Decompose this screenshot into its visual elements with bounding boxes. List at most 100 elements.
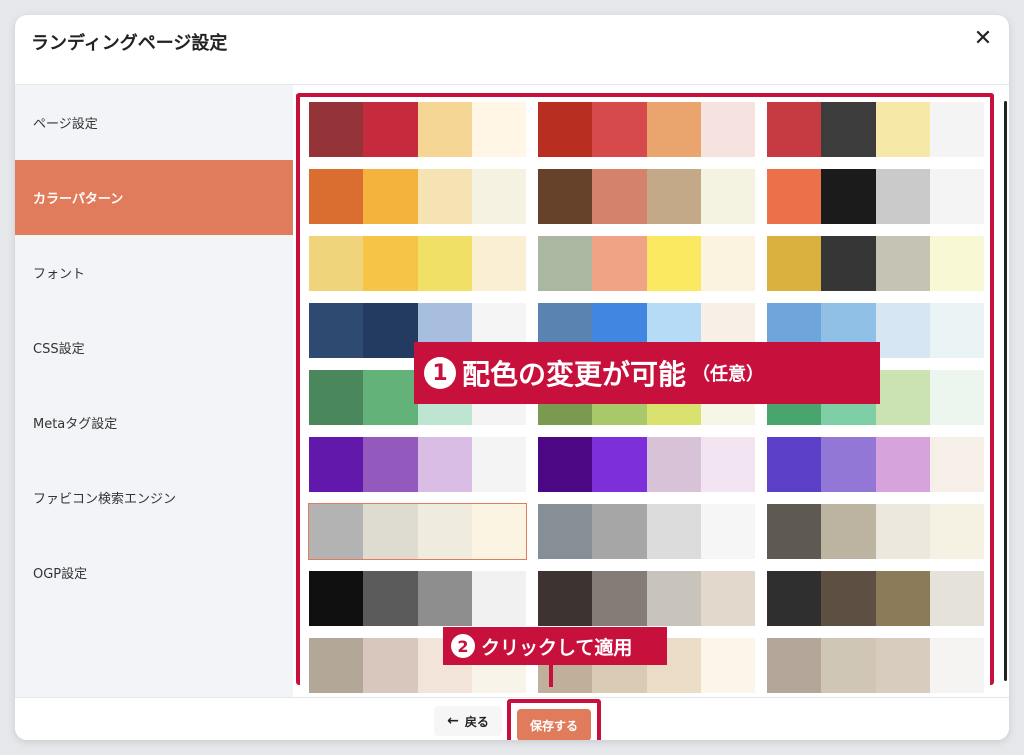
color-palette-option[interactable] <box>767 504 984 559</box>
dialog-title: ランディングページ設定 <box>31 33 228 54</box>
color-palette-option[interactable] <box>538 102 755 157</box>
color-swatch <box>929 504 984 559</box>
color-swatch <box>929 236 984 291</box>
color-swatch <box>929 571 984 626</box>
color-swatch <box>471 236 526 291</box>
color-palette-option[interactable] <box>767 102 984 157</box>
color-swatch <box>821 102 876 157</box>
color-swatch <box>767 437 822 492</box>
color-swatch <box>363 236 418 291</box>
color-swatch <box>471 437 526 492</box>
color-palette-option[interactable] <box>538 571 755 626</box>
sidebar: ページ設定 カラーパターン フォント CSS設定 Metaタグ設定 ファビコン検… <box>15 85 293 697</box>
color-palette-option[interactable] <box>767 638 984 693</box>
color-palette-option[interactable] <box>538 169 755 224</box>
color-swatch <box>646 504 701 559</box>
sidebar-item-color-pattern[interactable]: カラーパターン <box>15 160 293 235</box>
sidebar-item-favicon-search-engine[interactable]: ファビコン検索エンジン <box>15 460 293 535</box>
color-swatch <box>929 370 984 425</box>
color-swatch <box>646 169 701 224</box>
color-swatch <box>592 370 647 425</box>
color-swatch <box>821 638 876 693</box>
color-swatch <box>309 169 364 224</box>
scrollbar[interactable] <box>1004 101 1007 681</box>
color-swatch <box>700 102 755 157</box>
save-button-highlight: 保存する <box>507 699 601 740</box>
color-palette-option[interactable] <box>538 504 755 559</box>
color-swatch <box>646 571 701 626</box>
close-icon[interactable]: ✕ <box>971 27 995 51</box>
color-swatch <box>471 102 526 157</box>
color-swatch <box>363 571 418 626</box>
color-swatch <box>929 303 984 358</box>
color-palette-option[interactable] <box>309 236 526 291</box>
color-palette-option[interactable] <box>538 236 755 291</box>
color-swatch <box>309 370 364 425</box>
color-swatch <box>471 169 526 224</box>
annotation-connector <box>549 665 553 687</box>
sidebar-item-page-settings[interactable]: ページ設定 <box>15 85 293 160</box>
color-swatch <box>592 638 647 693</box>
sidebar-item-font[interactable]: フォント <box>15 235 293 310</box>
color-swatch <box>700 504 755 559</box>
color-swatch <box>417 102 472 157</box>
back-button[interactable]: ← 戻る <box>434 706 502 736</box>
color-swatch <box>875 437 930 492</box>
color-swatch <box>538 504 593 559</box>
color-swatch <box>592 437 647 492</box>
color-swatch <box>471 504 526 559</box>
color-palette-option[interactable] <box>538 303 755 358</box>
color-palette-option[interactable] <box>767 370 984 425</box>
back-button-label: 戻る <box>464 714 489 729</box>
color-palette-option[interactable] <box>309 370 526 425</box>
dialog-header: ランディングページ設定 ✕ <box>15 15 1009 85</box>
color-swatch <box>592 169 647 224</box>
color-swatch <box>363 303 418 358</box>
color-swatch <box>363 370 418 425</box>
color-swatch <box>821 504 876 559</box>
color-palette-option[interactable] <box>309 571 526 626</box>
sidebar-item-meta-tag-settings[interactable]: Metaタグ設定 <box>15 385 293 460</box>
color-swatch <box>592 571 647 626</box>
color-swatch <box>309 102 364 157</box>
color-swatch <box>929 437 984 492</box>
color-palette-option[interactable] <box>309 169 526 224</box>
color-palette-option[interactable] <box>309 303 526 358</box>
color-swatch <box>538 303 593 358</box>
color-palette-option[interactable] <box>538 638 755 693</box>
color-swatch <box>538 169 593 224</box>
color-swatch <box>821 437 876 492</box>
color-palette-option[interactable] <box>309 638 526 693</box>
color-swatch <box>700 638 755 693</box>
color-swatch <box>767 102 822 157</box>
sidebar-item-ogp-settings[interactable]: OGP設定 <box>15 535 293 610</box>
color-swatch <box>700 169 755 224</box>
color-swatch <box>700 571 755 626</box>
color-palette-option[interactable] <box>309 437 526 492</box>
color-swatch <box>363 504 418 559</box>
color-swatch <box>875 169 930 224</box>
color-swatch <box>471 303 526 358</box>
sidebar-item-css-settings[interactable]: CSS設定 <box>15 310 293 385</box>
color-palette-option[interactable] <box>309 102 526 157</box>
color-palette-option[interactable] <box>308 503 527 560</box>
color-swatch <box>700 303 755 358</box>
dialog-footer: ← 戻る 保存する <box>15 697 1009 740</box>
color-palette-option[interactable] <box>538 370 755 425</box>
color-swatch <box>417 169 472 224</box>
color-swatch <box>538 638 593 693</box>
color-palette-option[interactable] <box>767 236 984 291</box>
color-swatch <box>417 638 472 693</box>
color-palette-option[interactable] <box>767 303 984 358</box>
color-swatch <box>646 638 701 693</box>
color-palette-option[interactable] <box>767 437 984 492</box>
color-swatch <box>417 236 472 291</box>
color-palette-option[interactable] <box>767 571 984 626</box>
save-button[interactable]: 保存する <box>517 709 591 740</box>
color-palette-option[interactable] <box>538 437 755 492</box>
color-swatch <box>875 102 930 157</box>
color-swatch <box>471 638 526 693</box>
color-palette-option[interactable] <box>767 169 984 224</box>
color-pattern-panel <box>293 85 1009 697</box>
color-swatch <box>875 638 930 693</box>
